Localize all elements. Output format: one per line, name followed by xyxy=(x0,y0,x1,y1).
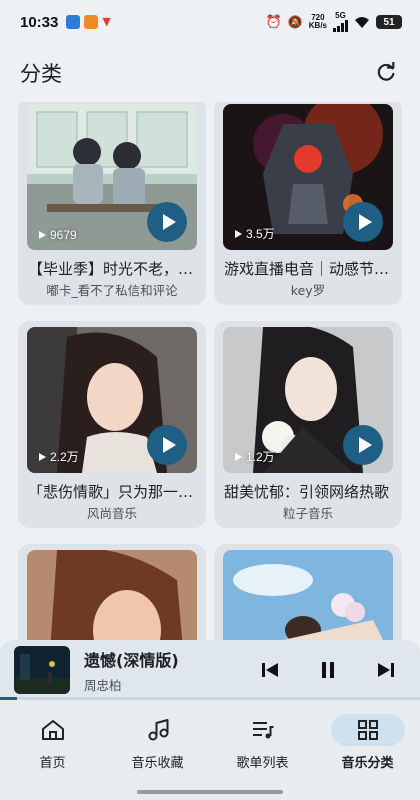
playback-progress[interactable] xyxy=(0,697,420,700)
now-playing-title: 遗憾(深情版) xyxy=(84,650,179,670)
home-indicator[interactable] xyxy=(137,790,283,794)
nav-categories-label: 音乐分类 xyxy=(341,756,394,771)
playlist-title: 「悲伤情歌」只为那一个你 xyxy=(28,483,198,501)
bottom-navigation: 首页 音乐收藏 歌单列表 音乐分类 xyxy=(0,700,420,800)
refresh-icon xyxy=(377,62,395,81)
playlist-author: 粒子音乐 xyxy=(282,506,333,521)
nav-playlist-list[interactable]: 歌单列表 xyxy=(210,700,315,800)
play-count: 9679 xyxy=(39,228,77,242)
playlist-cover: 2.2万 xyxy=(27,327,197,473)
notification-icons: ▼ xyxy=(66,15,111,29)
now-playing-artist: 周忠柏 xyxy=(84,677,122,693)
playlist-card[interactable] xyxy=(18,544,206,640)
playlist-cover: 1.2万 xyxy=(223,327,393,473)
nav-home-label: 首页 xyxy=(39,756,66,771)
playlist-cover: 9679 xyxy=(27,104,197,250)
app-notification-icon: ▼ xyxy=(102,15,111,28)
playlist-cover: 3.5万 xyxy=(223,104,393,250)
playlist-cover xyxy=(223,550,393,640)
now-playing-cover xyxy=(14,646,70,694)
play-count-icon xyxy=(39,231,46,239)
play-playlist-button[interactable] xyxy=(343,202,383,242)
play-count-icon xyxy=(39,452,46,461)
pause-button[interactable] xyxy=(316,658,340,682)
signal-icon xyxy=(333,20,348,32)
nav-favorites-label: 音乐收藏 xyxy=(131,756,184,771)
play-icon xyxy=(162,214,176,230)
page-title: 分类 xyxy=(20,62,62,86)
nav-playlist-list-label: 歌单列表 xyxy=(236,756,289,771)
app-header: 分类 xyxy=(0,44,420,102)
skip-next-icon xyxy=(378,663,394,677)
play-count-icon xyxy=(235,229,242,238)
play-count: 2.2万 xyxy=(39,448,79,465)
playlist-card[interactable] xyxy=(214,544,402,640)
playlist-author: 嘟卡_看不了私信和评论 xyxy=(46,283,178,298)
playlist-title: 甜美忧郁：引领网络热歌 xyxy=(224,483,390,501)
previous-button[interactable] xyxy=(258,658,282,682)
playlist-card[interactable]: 9679 【毕业季】时光不老，我们不散 嘟卡_看不了私信和评论 xyxy=(18,102,206,305)
playlist-card[interactable]: 3.5万 游戏直播电音｜动感节奏燃爆全场 key罗 xyxy=(214,102,402,305)
playback-progress-fill xyxy=(0,697,17,700)
net-speed: 720 KB/s xyxy=(308,13,327,30)
play-icon xyxy=(358,214,372,230)
status-time: 10:33 xyxy=(20,13,59,31)
status-bar: 10:33 ▼ ⏰ 🔕 720 KB/s 5G 51 xyxy=(0,0,420,44)
nav-favorites[interactable]: 音乐收藏 xyxy=(105,700,210,800)
playlist-author: key罗 xyxy=(290,283,326,298)
playlist-cover xyxy=(27,550,197,640)
play-playlist-button[interactable] xyxy=(343,425,383,465)
music-note-icon xyxy=(148,719,168,741)
playlist-card[interactable]: 2.2万 「悲伤情歌」只为那一个你 风尚音乐 xyxy=(18,321,206,528)
play-icon xyxy=(162,437,176,453)
nav-home[interactable]: 首页 xyxy=(0,700,105,800)
play-playlist-button[interactable] xyxy=(147,202,187,242)
next-button[interactable] xyxy=(374,658,398,682)
refresh-button[interactable] xyxy=(372,59,400,87)
network-type: 5G xyxy=(335,11,346,20)
grid-icon xyxy=(357,720,378,740)
skip-previous-icon xyxy=(262,663,278,677)
playlist-title: 游戏直播电音｜动感节奏燃爆全场 xyxy=(224,260,394,278)
playlist-grid: 9679 【毕业季】时光不老，我们不散 嘟卡_看不了私信和评论 3.5万 xyxy=(0,102,420,640)
wifi-icon xyxy=(355,17,369,28)
playlist-author: 风尚音乐 xyxy=(86,506,137,521)
app-notification-icon xyxy=(66,15,81,29)
play-icon xyxy=(358,437,372,453)
battery-icon: 51 xyxy=(376,15,402,29)
playlist-card[interactable]: 1.2万 甜美忧郁：引领网络热歌 粒子音乐 xyxy=(214,321,402,528)
pause-icon xyxy=(322,662,334,678)
playlist-title: 【毕业季】时光不老，我们不散 xyxy=(28,260,198,278)
mini-player[interactable]: 遗憾(深情版) 周忠柏 xyxy=(0,640,420,700)
home-icon xyxy=(41,720,64,740)
queue-music-icon xyxy=(252,722,273,739)
mute-icon: 🔕 xyxy=(287,15,303,29)
play-count-icon xyxy=(235,452,242,461)
app-notification-icon xyxy=(84,15,99,29)
play-count: 3.5万 xyxy=(235,225,275,242)
alarm-icon: ⏰ xyxy=(265,14,282,29)
nav-categories[interactable]: 音乐分类 xyxy=(315,700,420,800)
play-playlist-button[interactable] xyxy=(147,425,187,465)
play-count: 1.2万 xyxy=(235,448,275,465)
